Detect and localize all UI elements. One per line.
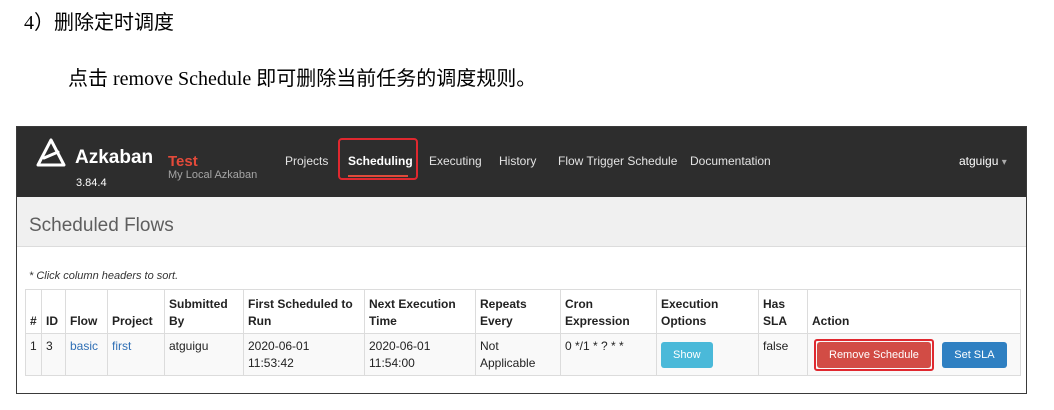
column-header-execution-options[interactable]: Execution Options	[656, 289, 759, 334]
cell-submitted-by: atguigu	[164, 333, 244, 376]
column-header-submitted-by[interactable]: Submitted By	[164, 289, 244, 334]
cell-cron: 0 */1 * ? * *	[560, 333, 657, 376]
nav-documentation[interactable]: Documentation	[690, 154, 771, 168]
first-scheduled-date: 2020-06-01	[248, 339, 310, 353]
column-header-cron-expression[interactable]: Cron Expression	[560, 289, 657, 334]
doc-heading: 4）删除定时调度	[24, 12, 174, 34]
set-sla-button[interactable]: Set SLA	[942, 342, 1007, 368]
project-link[interactable]: first	[112, 339, 131, 353]
column-header-next-execution[interactable]: Next Execution Time	[364, 289, 476, 334]
top-navbar: Azkaban Test 3.84.4 My Local Azkaban Pro…	[17, 127, 1026, 197]
column-header-repeats-every[interactable]: Repeats Every	[475, 289, 561, 334]
user-name: atguigu	[959, 154, 999, 168]
azkaban-screenshot: Azkaban Test 3.84.4 My Local Azkaban Pro…	[16, 126, 1027, 394]
version-label: 3.84.4	[76, 177, 107, 189]
cell-next-execution: 2020-06-01 11:54:00	[364, 333, 476, 376]
flow-link[interactable]: basic	[70, 339, 98, 353]
brand-name[interactable]: Azkaban	[75, 147, 153, 169]
column-header-id[interactable]: ID	[41, 289, 66, 334]
column-header-has-sla[interactable]: Has SLA	[758, 289, 808, 334]
cell-first-scheduled: 2020-06-01 11:53:42	[243, 333, 365, 376]
page-title: Scheduled Flows	[29, 215, 174, 236]
nav-history[interactable]: History	[499, 154, 536, 168]
sort-hint: * Click column headers to sort.	[29, 270, 179, 282]
column-header-first-scheduled[interactable]: First Scheduled to Run	[243, 289, 365, 334]
repeats-every-line2: Applicable	[480, 356, 536, 370]
environment-name: Test	[168, 153, 198, 170]
column-header-flow[interactable]: Flow	[65, 289, 108, 334]
nav-executing[interactable]: Executing	[429, 154, 482, 168]
remove-schedule-button[interactable]: Remove Schedule	[817, 342, 931, 368]
repeats-every-line1: Not	[480, 339, 499, 353]
next-execution-date: 2020-06-01	[369, 339, 431, 353]
scheduled-flows-table: # ID Flow Project Submitted By First Sch…	[25, 289, 1021, 376]
cell-index: 1	[25, 333, 42, 376]
table-row: 1 3 basic first atguigu 2020-06-01 11:53…	[25, 333, 1021, 376]
doc-paragraph: 点击 remove Schedule 即可删除当前任务的调度规则。	[68, 68, 537, 90]
cell-action: Remove Schedule Set SLA	[807, 333, 1021, 376]
cell-repeats-every: Not Applicable	[475, 333, 561, 376]
nav-flow-trigger-schedule[interactable]: Flow Trigger Schedule	[558, 154, 677, 168]
column-header-action[interactable]: Action	[807, 289, 1021, 334]
chevron-down-icon: ▾	[1001, 157, 1007, 168]
next-execution-time: 11:54:00	[369, 356, 415, 370]
active-tab-indicator	[348, 175, 408, 177]
column-header-project[interactable]: Project	[107, 289, 165, 334]
first-scheduled-time: 11:53:42	[248, 356, 294, 370]
nav-scheduling[interactable]: Scheduling	[348, 154, 413, 168]
show-options-button[interactable]: Show	[661, 342, 713, 368]
nav-projects[interactable]: Projects	[285, 154, 328, 168]
user-menu[interactable]: atguigu ▾	[959, 154, 1007, 168]
azkaban-logo-icon[interactable]	[35, 137, 67, 169]
cell-has-sla: false	[758, 333, 808, 376]
cell-execution-options: Show	[656, 333, 759, 376]
column-header-index[interactable]: #	[25, 289, 42, 334]
table-header-row: # ID Flow Project Submitted By First Sch…	[25, 289, 1021, 334]
environment-description: My Local Azkaban	[168, 169, 258, 181]
remove-highlight-box: Remove Schedule	[814, 339, 934, 371]
cell-id: 3	[41, 333, 66, 376]
